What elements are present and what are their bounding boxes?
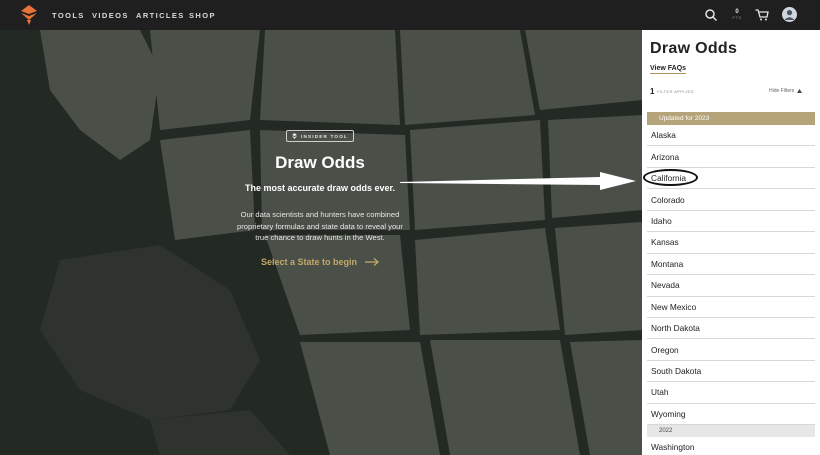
state-item-utah[interactable]: Utah <box>647 382 815 404</box>
points-unit: PTS <box>732 15 742 20</box>
gohunt-logo-icon[interactable] <box>21 5 37 25</box>
hero-description: Our data scientists and hunters have com… <box>237 210 403 242</box>
state-label: Wyoming <box>651 408 686 419</box>
state-item-nevada[interactable]: Nevada <box>647 275 815 297</box>
nav-videos[interactable]: VIDEOS <box>92 11 129 20</box>
insider-tool-badge: INSIDER TOOL <box>286 130 354 142</box>
arrow-right-icon <box>365 257 380 266</box>
panel-title: Draw Odds <box>650 40 738 57</box>
caret-up-icon <box>797 89 803 93</box>
state-item-wyoming[interactable]: Wyoming <box>647 404 815 426</box>
state-item-colorado[interactable]: Colorado <box>647 189 815 211</box>
state-label: Oregon <box>651 344 679 355</box>
year-divider-2022: 2022 <box>647 425 815 438</box>
state-label: Arizona <box>651 151 680 162</box>
select-state-label: Select a State to begin <box>260 256 358 267</box>
gohunt-small-icon <box>292 133 297 139</box>
state-item-montana[interactable]: Montana <box>647 254 815 276</box>
draw-odds-panel: Draw Odds View FAQs 1 FILTER APPLIED Hid… <box>642 30 820 455</box>
filter-applied-label: FILTER APPLIED <box>657 89 694 94</box>
view-faqs-link[interactable]: View FAQs <box>650 65 687 74</box>
hide-filters-button[interactable]: Hide Filters <box>769 88 803 94</box>
state-item-south-dakota[interactable]: South Dakota <box>647 361 815 383</box>
state-label: Idaho <box>651 215 672 226</box>
annotation-arrow <box>400 172 636 190</box>
state-item-new-mexico[interactable]: New Mexico <box>647 297 815 318</box>
state-item-alaska[interactable]: Alaska <box>647 125 815 147</box>
state-item-washington[interactable]: Washington <box>647 437 815 455</box>
insider-tool-label: INSIDER TOOL <box>301 133 348 139</box>
state-list: Alaska Arizona California Colorado Idaho… <box>643 125 815 455</box>
state-label: Alaska <box>651 130 676 141</box>
hide-filters-label: Hide Filters <box>769 88 795 94</box>
select-state-cta[interactable]: Select a State to begin <box>260 256 380 267</box>
state-label: Kansas <box>651 237 679 248</box>
state-label: Colorado <box>651 194 685 205</box>
state-label: Utah <box>651 387 669 398</box>
state-item-oregon[interactable]: Oregon <box>647 339 815 361</box>
state-label: Montana <box>651 258 684 269</box>
updated-banner: Updated for 2023 <box>647 112 815 125</box>
state-label: South Dakota <box>651 366 702 377</box>
hero-title: Draw Odds <box>275 153 365 172</box>
nav-articles[interactable]: ARTICLES <box>136 11 185 20</box>
state-label: North Dakota <box>651 323 700 334</box>
cart-icon[interactable] <box>755 9 769 21</box>
state-label: New Mexico <box>651 301 697 312</box>
state-label: California <box>651 173 687 184</box>
search-icon[interactable] <box>705 9 717 21</box>
state-item-kansas[interactable]: Kansas <box>647 232 815 254</box>
nav-shop[interactable]: SHOP <box>189 11 216 20</box>
filter-count: 1 <box>650 87 655 96</box>
avatar[interactable] <box>782 7 797 22</box>
nav-tools[interactable]: TOOLS <box>52 11 85 20</box>
state-label: Nevada <box>651 280 680 291</box>
state-label: Washington <box>651 442 695 453</box>
points-indicator[interactable]: 0 PTS <box>729 9 745 21</box>
state-item-idaho[interactable]: Idaho <box>647 211 815 233</box>
state-item-north-dakota[interactable]: North Dakota <box>647 318 815 340</box>
state-item-california[interactable]: California <box>643 168 815 190</box>
hero-section: INSIDER TOOL Draw Odds The most accurate… <box>200 126 440 270</box>
top-navigation: TOOLS VIDEOS ARTICLES SHOP 0 PTS <box>0 0 820 30</box>
state-item-arizona[interactable]: Arizona <box>647 146 815 168</box>
